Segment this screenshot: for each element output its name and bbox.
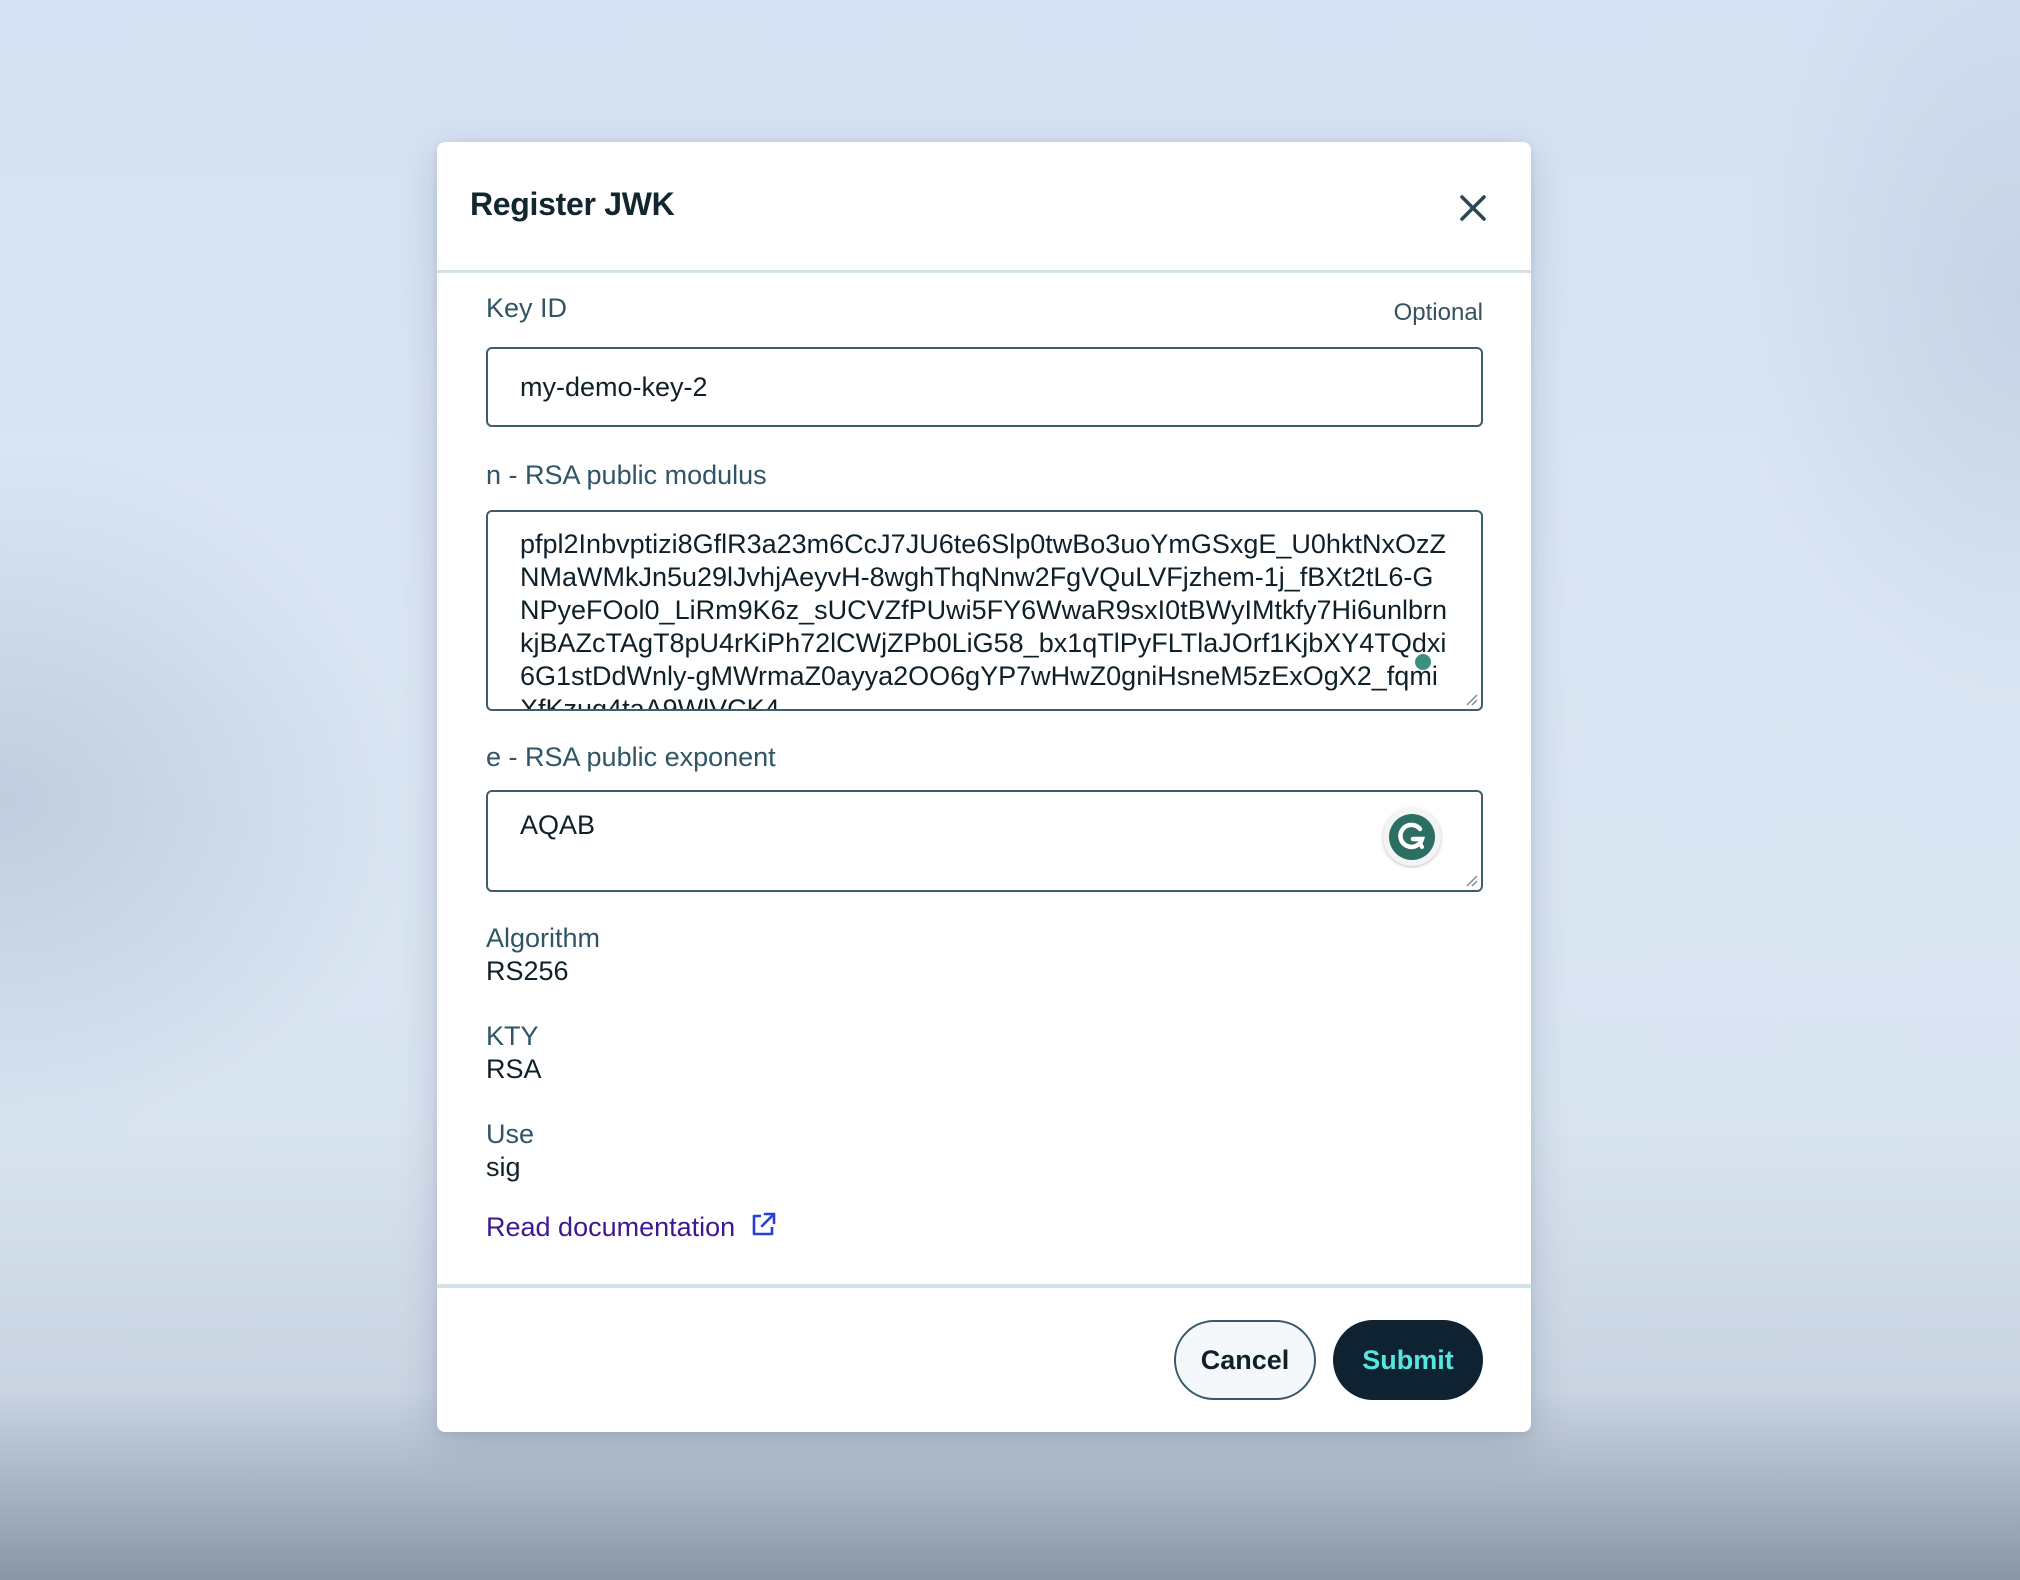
close-icon [1460, 195, 1486, 221]
dialog-body: Key ID Optional my-demo-key-2 n - RSA pu… [486, 273, 1483, 1243]
key-id-label-row: Key ID Optional [486, 293, 1483, 333]
optional-label: Optional [1393, 299, 1483, 326]
key-id-input[interactable]: my-demo-key-2 [486, 347, 1483, 427]
grammarly-icon [1389, 814, 1435, 860]
dialog-title: Register JWK [470, 186, 675, 222]
dialog-footer: Cancel Submit [437, 1284, 1531, 1432]
exponent-label-row: e - RSA public exponent [486, 742, 1483, 782]
use-field: Use sig [486, 1118, 1483, 1184]
use-value: sig [486, 1152, 521, 1182]
submit-button[interactable]: Submit [1333, 1320, 1483, 1400]
kty-value: RSA [486, 1054, 542, 1084]
doc-link-row: Read documentation [486, 1212, 1483, 1243]
modulus-label-row: n - RSA public modulus [486, 460, 1483, 500]
exponent-label: e - RSA public exponent [486, 742, 776, 772]
exponent-textarea[interactable]: AQAB [486, 790, 1483, 892]
kty-label: KTY [486, 1021, 539, 1051]
algorithm-field: Algorithm RS256 [486, 922, 1483, 988]
read-documentation-link[interactable]: Read documentation [486, 1212, 777, 1243]
close-button[interactable] [1453, 188, 1493, 228]
grammarly-button[interactable] [1383, 808, 1441, 866]
grammarly-status-dot [1415, 654, 1431, 670]
modulus-label: n - RSA public modulus [486, 460, 767, 490]
resize-grip-icon[interactable] [1464, 873, 1478, 887]
key-id-value: my-demo-key-2 [520, 372, 708, 402]
register-jwk-dialog: Register JWK Key ID Optional my-demo-key… [437, 142, 1531, 1432]
key-id-label: Key ID [486, 293, 568, 323]
read-documentation-label: Read documentation [486, 1212, 736, 1242]
modulus-textarea[interactable]: pfpl2Inbvptizi8GflR3a23m6CcJ7JU6te6Slp0t… [486, 510, 1483, 711]
exponent-value: AQAB [520, 810, 596, 840]
modulus-value: pfpl2Inbvptizi8GflR3a23m6CcJ7JU6te6Slp0t… [520, 529, 1448, 711]
kty-field: KTY RSA [486, 1020, 1483, 1086]
dialog-header: Register JWK [437, 142, 1531, 273]
external-link-icon [752, 1212, 776, 1235]
algorithm-value: RS256 [486, 956, 569, 986]
resize-grip-icon[interactable] [1464, 692, 1478, 706]
cancel-button[interactable]: Cancel [1174, 1320, 1316, 1400]
algorithm-label: Algorithm [486, 923, 601, 953]
use-label: Use [486, 1119, 535, 1149]
